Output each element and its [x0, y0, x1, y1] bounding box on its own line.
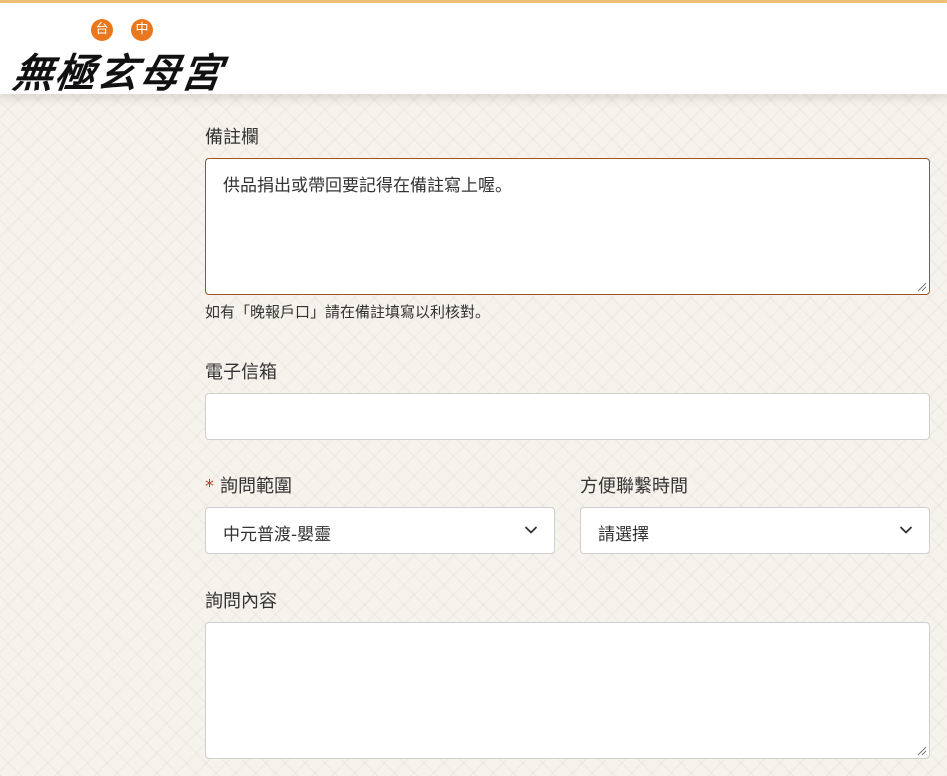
logo-text: 無極玄母宮	[10, 50, 227, 97]
contact-time-select[interactable]: 請選擇	[580, 507, 930, 554]
resize-grip-icon[interactable]	[917, 746, 927, 756]
inquiry-scope-label-text: 詢問範圍	[220, 476, 292, 497]
remarks-textarea[interactable]: 供品捐出或帶回要記得在備註寫上喔。	[205, 158, 930, 295]
site-header: 台 中 無極玄母宮	[0, 3, 947, 97]
resize-grip-icon[interactable]	[917, 282, 927, 292]
required-mark: *	[205, 476, 214, 497]
email-label: 電子信箱	[205, 362, 277, 383]
contact-time-selected: 請選擇	[598, 525, 649, 545]
inquiry-scope-select[interactable]: 中元普渡-嬰靈	[205, 507, 555, 554]
inquiry-scope-selected: 中元普渡-嬰靈	[223, 525, 332, 545]
remarks-hint: 如有「晚報戶口」請在備註填寫以利核對。	[205, 303, 491, 321]
inquiry-content-textarea[interactable]	[205, 622, 930, 759]
chevron-down-icon	[900, 526, 912, 534]
remarks-label: 備註欄	[205, 127, 259, 148]
contact-time-label: 方便聯繫時間	[580, 476, 688, 497]
email-field[interactable]	[205, 393, 930, 440]
site-logo[interactable]: 台 中 無極玄母宮	[10, 15, 244, 97]
logo-badge-zhong: 中	[131, 19, 153, 41]
remarks-value: 供品捐出或帶回要記得在備註寫上喔。	[223, 176, 512, 196]
inquiry-scope-label: * 詢問範圍	[205, 472, 292, 498]
chevron-down-icon	[525, 526, 537, 534]
logo-badge-tai: 台	[91, 19, 113, 41]
inquiry-content-label: 詢問內容	[205, 591, 277, 612]
